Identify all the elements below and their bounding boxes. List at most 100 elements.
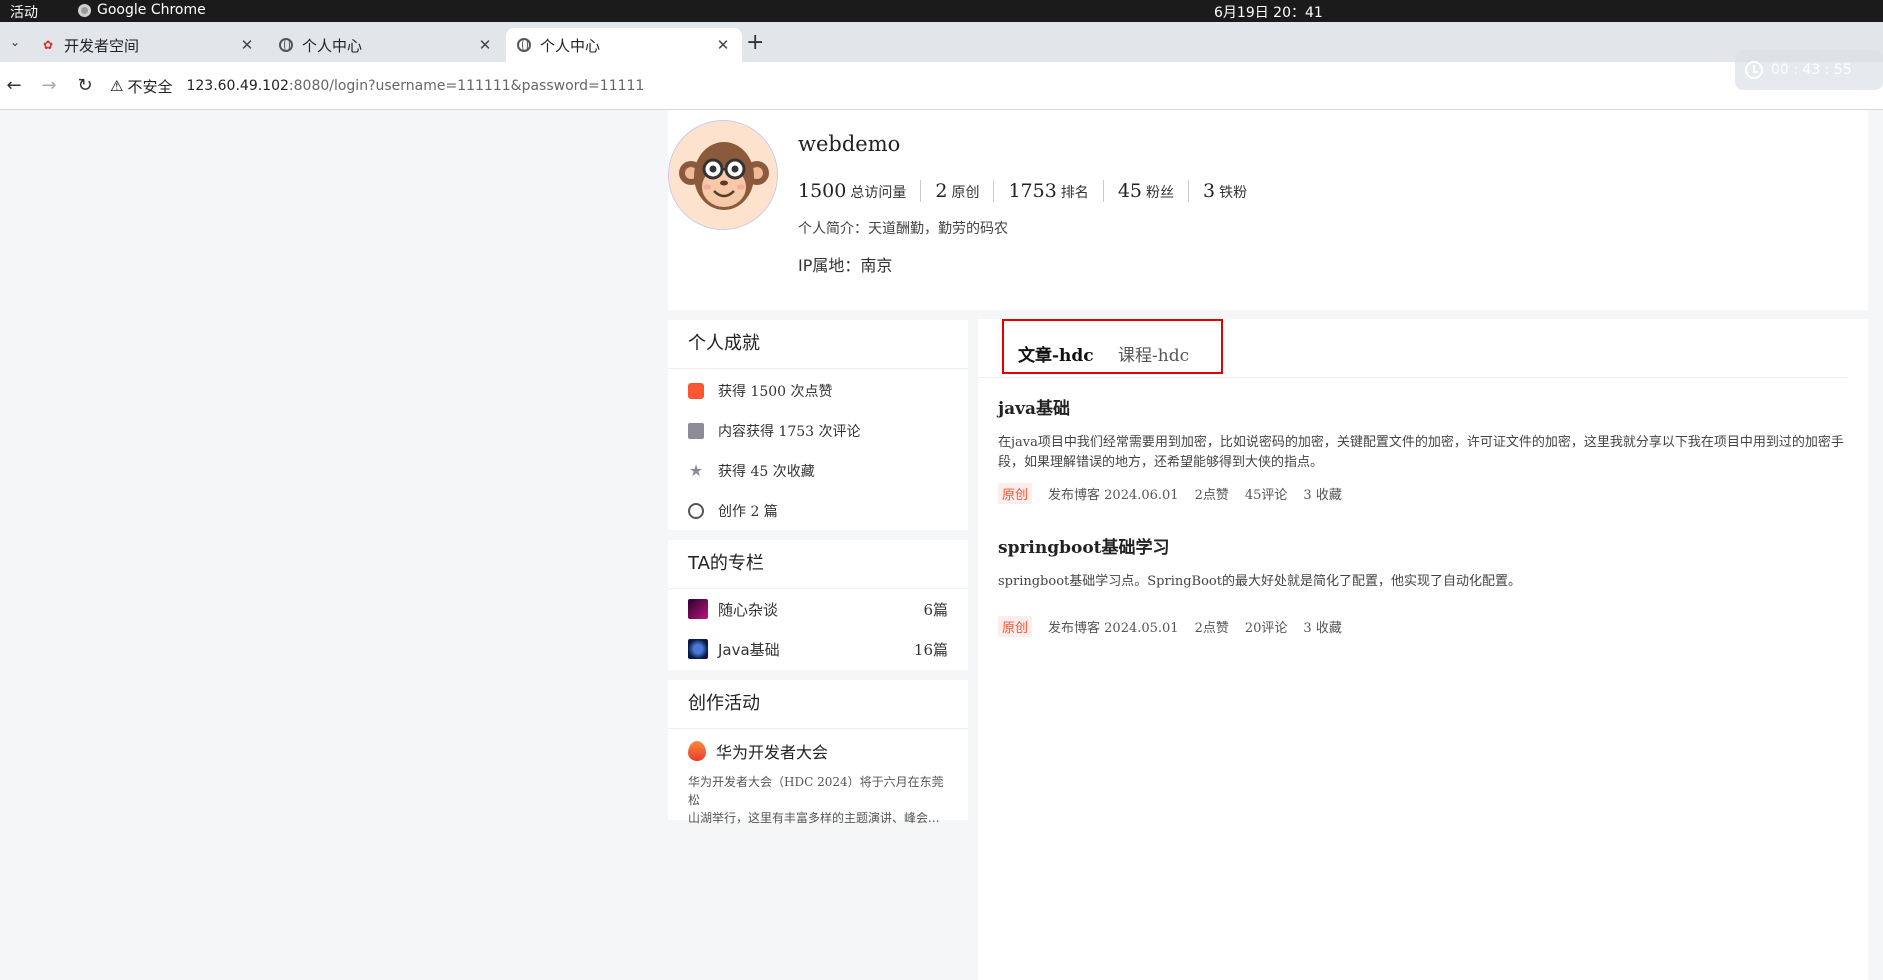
column-name: Java基础 xyxy=(718,640,780,659)
column-thumbnail xyxy=(688,599,708,619)
content-tabs: 文章-hdc 课程-hdc xyxy=(978,319,1848,378)
fire-icon xyxy=(688,741,706,761)
stat-visits[interactable]: 1500 总访问量 xyxy=(798,180,920,202)
column-count: 6篇 xyxy=(923,600,948,619)
achievement-favorites: ★ 获得 45 次收藏 xyxy=(668,451,968,491)
article-meta: 原创 发布博客 2024.06.01 2点赞 45评论 3 收藏 xyxy=(998,483,1848,504)
article-description[interactable]: 在java项目中我们经常需要用到加密，比如说密码的加密，关键配置文件的加密，许可… xyxy=(998,433,1848,473)
timer-widget[interactable]: 00 : 43 : 55 xyxy=(1735,50,1883,90)
stat-label: 排名 xyxy=(1060,185,1089,201)
tab-articles[interactable]: 文章-hdc xyxy=(1018,341,1094,366)
article-date: 发布博客 2024.06.01 xyxy=(1048,488,1179,503)
tab-personal-center-2[interactable]: 个人中心 ✕ xyxy=(506,28,742,62)
activity-title-text: 华为开发者大会 xyxy=(716,743,829,762)
activities-button[interactable]: 活动 xyxy=(10,2,38,22)
article-favorites: 3 收藏 xyxy=(1303,621,1342,636)
tab-developer-space[interactable]: ✿ 开发者空间 ✕ xyxy=(30,28,266,62)
column-name: 随心杂谈 xyxy=(718,600,779,619)
columns-box: TA的专栏 随心杂谈 6篇 Java基础 16篇 xyxy=(668,540,968,670)
activity-heading: 创作活动 xyxy=(668,680,968,729)
url-host: 123.60.49.102 xyxy=(186,78,289,94)
browser-toolbar: ← → ↻ ⚠ 不安全 123.60.49.102:8080/login?use… xyxy=(0,62,1883,110)
stat-original[interactable]: 2 原创 xyxy=(920,180,993,202)
main-content: 文章-hdc 课程-hdc java基础 在java项目中我们经常需要用到加密，… xyxy=(978,319,1868,980)
achievement-text: 获得 1500 次点赞 xyxy=(718,384,833,400)
achievement-text: 获得 45 次收藏 xyxy=(718,464,815,480)
new-tab-button[interactable]: + xyxy=(746,32,764,54)
article-title[interactable]: java基础 xyxy=(998,394,1848,419)
column-thumbnail xyxy=(688,639,708,659)
chrome-icon xyxy=(78,3,91,17)
achievements-box: 个人成就 获得 1500 次点赞 内容获得 1753 次评论 ★ 获得 45 次… xyxy=(668,320,968,530)
tab-search-button[interactable]: ⌄ xyxy=(4,30,26,54)
close-icon[interactable]: ✕ xyxy=(714,36,732,54)
activity-title[interactable]: 华为开发者大会 xyxy=(668,729,968,767)
article-meta: 原创 发布博客 2024.05.01 2点赞 20评论 3 收藏 xyxy=(998,616,1848,637)
activity-box: 创作活动 华为开发者大会 华为开发者大会（HDC 2024）将于六月在东莞松 山… xyxy=(668,680,968,825)
back-button[interactable]: ← xyxy=(2,74,26,98)
tab-title: 开发者空间 xyxy=(64,36,140,55)
tab-courses[interactable]: 课程-hdc xyxy=(1118,341,1189,366)
achievement-comments: 内容获得 1753 次评论 xyxy=(668,411,968,451)
column-item-misc[interactable]: 随心杂谈 6篇 xyxy=(668,589,968,629)
stat-fans[interactable]: 45 粉丝 xyxy=(1102,180,1188,202)
tab-title: 个人中心 xyxy=(302,36,363,55)
stat-value: 2 xyxy=(935,180,948,202)
reload-button[interactable]: ↻ xyxy=(73,74,97,98)
activity-desc-line: 山湖举行，这里有丰富多样的主题演讲、峰会... xyxy=(688,811,940,825)
comment-icon xyxy=(688,423,704,439)
stat-loyal-fans[interactable]: 3 铁粉 xyxy=(1188,180,1261,202)
stat-value: 45 xyxy=(1117,180,1142,202)
huawei-icon: ✿ xyxy=(42,38,54,52)
close-icon[interactable]: ✕ xyxy=(476,36,494,54)
system-clock[interactable]: 6月19日 20：41 xyxy=(1214,2,1323,22)
stat-value: 3 xyxy=(1203,180,1216,202)
stat-value: 1500 xyxy=(798,180,847,202)
stat-label: 粉丝 xyxy=(1146,185,1174,201)
article-comments: 20评论 xyxy=(1244,621,1288,636)
security-status[interactable]: 不安全 xyxy=(127,76,172,97)
address-bar[interactable]: ⚠ 不安全 123.60.49.102:8080/login?username=… xyxy=(110,69,1730,103)
tab-personal-center-1[interactable]: 个人中心 ✕ xyxy=(268,28,504,62)
profile-bio: 个人简介：天道酬勤，勤劳的码农 xyxy=(798,221,1008,237)
profile-stats: 1500 总访问量 2 原创 1753 排名 45 粉丝 3 铁粉 xyxy=(798,180,1261,202)
article-likes: 2点赞 xyxy=(1194,488,1229,503)
system-top-bar: 活动 Google Chrome 6月19日 20：41 xyxy=(0,0,1883,22)
article-likes: 2点赞 xyxy=(1194,621,1229,636)
achievement-text: 内容获得 1753 次评论 xyxy=(718,424,861,440)
achievement-text: 创作 2 篇 xyxy=(718,504,778,520)
username: webdemo xyxy=(798,132,901,156)
globe-icon xyxy=(516,37,532,53)
warning-icon[interactable]: ⚠ xyxy=(110,77,123,95)
article-title[interactable]: springboot基础学习 xyxy=(998,533,1848,558)
article-date: 发布博客 2024.05.01 xyxy=(1048,621,1179,636)
app-name: Google Chrome xyxy=(97,2,206,18)
article-comments: 45评论 xyxy=(1244,488,1288,503)
close-icon[interactable]: ✕ xyxy=(238,36,256,54)
achievement-likes: 获得 1500 次点赞 xyxy=(668,371,968,411)
app-menu[interactable]: Google Chrome xyxy=(78,2,206,18)
profile-card: webdemo 1500 总访问量 2 原创 1753 排名 45 粉丝 3 铁… xyxy=(668,110,1868,310)
avatar[interactable] xyxy=(668,120,778,230)
article-item: java基础 在java项目中我们经常需要用到加密，比如说密码的加密，关键配置文… xyxy=(998,394,1848,504)
original-badge: 原创 xyxy=(998,483,1033,504)
column-item-java[interactable]: Java基础 16篇 xyxy=(668,629,968,669)
activity-desc-line: 华为开发者大会（HDC 2024）将于六月在东莞松 xyxy=(688,775,944,807)
stat-label: 铁粉 xyxy=(1219,185,1248,201)
thumb-up-icon xyxy=(688,383,704,399)
page-content: webdemo 1500 总访问量 2 原创 1753 排名 45 粉丝 3 铁… xyxy=(0,110,1883,980)
timer-value: 00 : 43 : 55 xyxy=(1771,62,1852,78)
bulb-icon xyxy=(688,503,704,519)
original-badge: 原创 xyxy=(998,616,1033,637)
globe-icon xyxy=(278,37,294,53)
article-description[interactable]: springboot基础学习点。SpringBoot的最大好处就是简化了配置，他… xyxy=(998,572,1848,592)
article-item: springboot基础学习 springboot基础学习点。SpringBoo… xyxy=(998,533,1848,637)
stat-value: 1753 xyxy=(1008,180,1057,202)
activity-description: 华为开发者大会（HDC 2024）将于六月在东莞松 山湖举行，这里有丰富多样的主… xyxy=(668,767,968,827)
url-path: :8080/login?username=111111&password=111… xyxy=(288,78,645,94)
stat-rank[interactable]: 1753 排名 xyxy=(993,180,1102,202)
star-icon: ★ xyxy=(688,461,704,480)
monkey-avatar-icon xyxy=(669,121,777,229)
article-favorites: 3 收藏 xyxy=(1303,488,1342,503)
forward-button[interactable]: → xyxy=(37,74,61,98)
